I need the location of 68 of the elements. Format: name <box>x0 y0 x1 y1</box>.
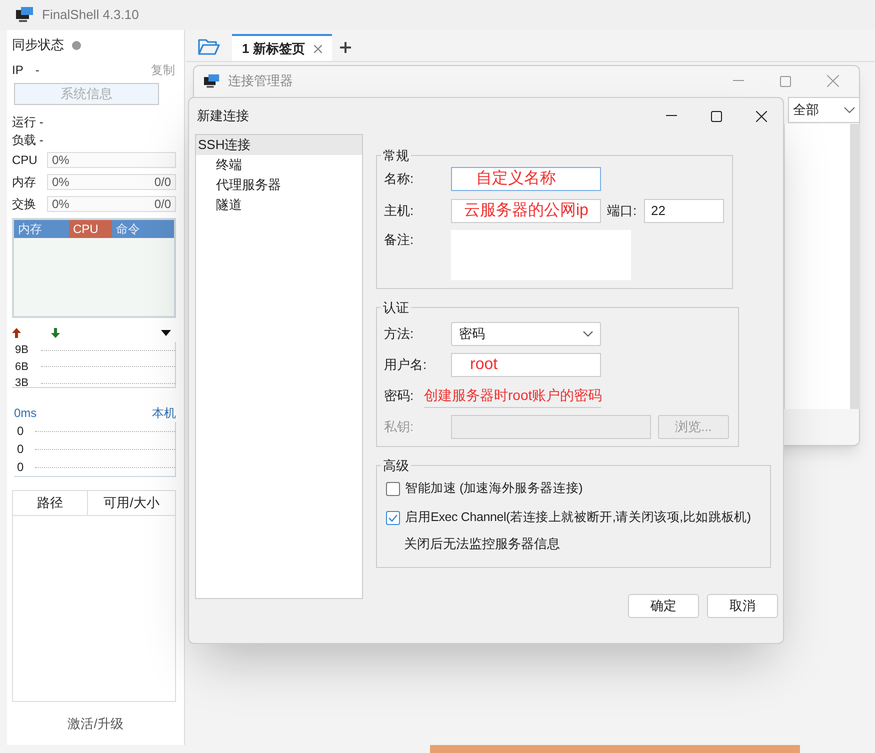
add-tab-icon[interactable] <box>340 42 351 53</box>
filter-dropdown[interactable]: 全部 <box>788 97 860 123</box>
nav-tree-item[interactable]: 终端 <box>196 155 362 175</box>
dialog-button[interactable]: 取消 <box>707 594 778 618</box>
field-label: 方法: <box>384 324 415 343</box>
meter-bar: 0% 0/0 <box>47 174 176 190</box>
ping-host-label: 本机 <box>152 405 176 422</box>
password-input[interactable]: 创建服务器时root账户的密码 <box>424 384 601 408</box>
scale-label: 0 <box>17 441 25 458</box>
window-title: FinalShell 4.3.10 <box>42 6 139 24</box>
sync-status-label: 同步状态 <box>12 36 64 54</box>
maximize-icon[interactable] <box>711 110 722 122</box>
field-label: 私钥: <box>384 418 415 436</box>
scale-label: 9B <box>15 343 30 358</box>
meter-label: 交换 <box>12 196 37 213</box>
app-monitor-icon <box>204 74 220 88</box>
tab[interactable]: 1 新标签页 <box>232 34 332 61</box>
column-header[interactable]: 可用/大小 <box>88 491 175 515</box>
upload-arrow-icon <box>12 328 21 338</box>
meter-bar: 0% 0/0 <box>47 196 176 212</box>
group-legend: 认证 <box>381 298 411 318</box>
app-monitor-icon <box>16 7 34 23</box>
method-dropdown[interactable]: 密码 <box>451 322 601 346</box>
field-label: 端口: <box>607 202 638 220</box>
field-label: 主机: <box>384 202 415 220</box>
meter-label: CPU <box>12 152 38 169</box>
host-input[interactable]: 云服务器的公网ip <box>451 198 601 222</box>
nav-tree-item[interactable]: 代理服务器 <box>196 175 362 195</box>
scale-label: 0 <box>17 459 25 476</box>
dropdown-triangle-icon[interactable] <box>160 330 171 336</box>
folder-icon[interactable] <box>198 38 220 55</box>
close-icon[interactable] <box>756 110 767 122</box>
field-label: 名称: <box>384 170 415 188</box>
nav-tree-item[interactable]: SSH连接 <box>196 135 362 155</box>
checkbox-label: 启用Exec Channel(若连接上就被断开,请关闭该项,比如跳板机) <box>405 509 751 526</box>
field-label: 用户名: <box>384 356 428 374</box>
minimize-icon[interactable] <box>666 115 677 117</box>
port-input[interactable]: 22 <box>644 198 724 222</box>
uptime-text: 运行 - <box>12 114 44 131</box>
chevron-down-icon <box>583 330 593 336</box>
scale-label: 3B <box>15 376 30 391</box>
name-input[interactable]: 自定义名称 <box>451 166 601 190</box>
hint-text: 关闭后无法监控服务器信息 <box>404 534 561 552</box>
activate-link[interactable]: 激活/升级 <box>68 714 124 734</box>
meter-label: 内存 <box>12 174 37 191</box>
group-legend: 高级 <box>381 456 411 476</box>
scale-label: 0 <box>17 423 25 440</box>
download-arrow-icon <box>51 328 60 338</box>
ping-value: 0ms <box>13 405 37 422</box>
column-header[interactable]: 路径 <box>13 491 88 515</box>
process-tab[interactable]: CPU <box>69 220 112 238</box>
dialog-title: 新建连接 <box>197 107 249 126</box>
ip-value: - <box>35 62 40 79</box>
field-label: 备注: <box>384 230 415 248</box>
checkbox[interactable] <box>386 482 400 496</box>
chevron-down-icon <box>844 107 855 113</box>
group-legend: 常规 <box>381 146 411 166</box>
field-label: 密码: <box>384 386 415 405</box>
dialog-button[interactable]: 确定 <box>628 594 699 618</box>
ip-label: IP <box>12 62 24 79</box>
username-input[interactable]: root <box>451 352 601 376</box>
checkbox[interactable] <box>386 510 400 524</box>
load-text: 负载 - <box>12 132 44 149</box>
window-title: 连接管理器 <box>228 72 293 90</box>
checkbox-label: 智能加速 (加速海外服务器连接) <box>405 480 583 498</box>
meter-bar: 0% <box>47 152 176 168</box>
scale-label: 6B <box>15 360 30 374</box>
nav-tree-item[interactable]: 隧道 <box>196 195 362 215</box>
